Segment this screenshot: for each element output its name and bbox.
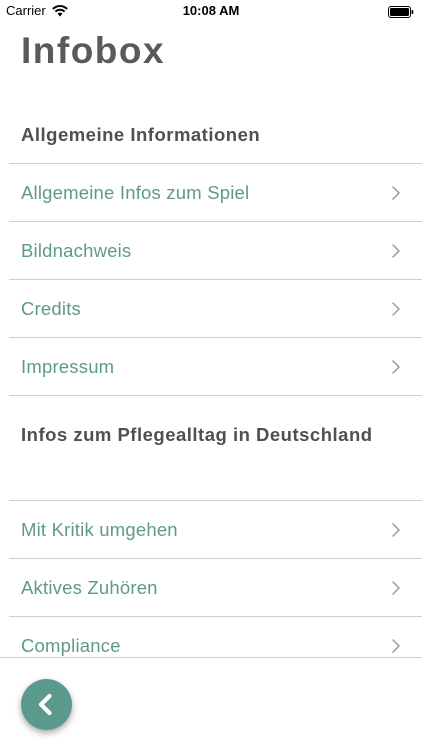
page-title: Infobox	[21, 30, 166, 71]
list-item-label: Impressum	[21, 356, 115, 377]
chevron-left-icon	[38, 693, 52, 716]
info-list[interactable]: Allgemeine Informationen Allgemeine Info…	[0, 107, 422, 658]
list-item-handling-criticism[interactable]: Mit Kritik umgehen	[9, 501, 422, 559]
list-item-label: Aktives Zuhören	[21, 577, 158, 598]
list-item-label: Bildnachweis	[21, 240, 132, 261]
status-time: 10:08 AM	[182, 3, 240, 18]
list-item-label: Allgemeine Infos zum Spiel	[21, 182, 250, 203]
chevron-right-icon	[392, 639, 400, 653]
chevron-right-icon	[392, 360, 400, 374]
battery-full-icon	[388, 5, 414, 18]
section-header-general: Allgemeine Informationen	[9, 107, 422, 164]
chevron-right-icon	[392, 244, 400, 258]
chevron-right-icon	[392, 186, 400, 200]
list-item-image-credits[interactable]: Bildnachweis	[9, 222, 422, 280]
status-bar: Carrier 10:08 AM	[0, 0, 422, 22]
list-item-label: Credits	[21, 298, 81, 319]
list-item-active-listening[interactable]: Aktives Zuhören	[9, 559, 422, 617]
list-item-label: Compliance	[21, 635, 121, 656]
list-item-compliance[interactable]: Compliance	[9, 617, 422, 658]
chevron-right-icon	[392, 523, 400, 537]
chevron-right-icon	[392, 302, 400, 316]
list-item-credits[interactable]: Credits	[9, 280, 422, 338]
chevron-right-icon	[392, 581, 400, 595]
section-header-care-info: Infos zum Pflegealltag in Deutschland	[9, 396, 422, 501]
list-item-imprint[interactable]: Impressum	[9, 338, 422, 396]
list-item-general-info[interactable]: Allgemeine Infos zum Spiel	[9, 164, 422, 222]
list-item-label: Mit Kritik umgehen	[21, 519, 178, 540]
bottom-divider	[0, 657, 422, 658]
back-button[interactable]	[21, 679, 72, 730]
